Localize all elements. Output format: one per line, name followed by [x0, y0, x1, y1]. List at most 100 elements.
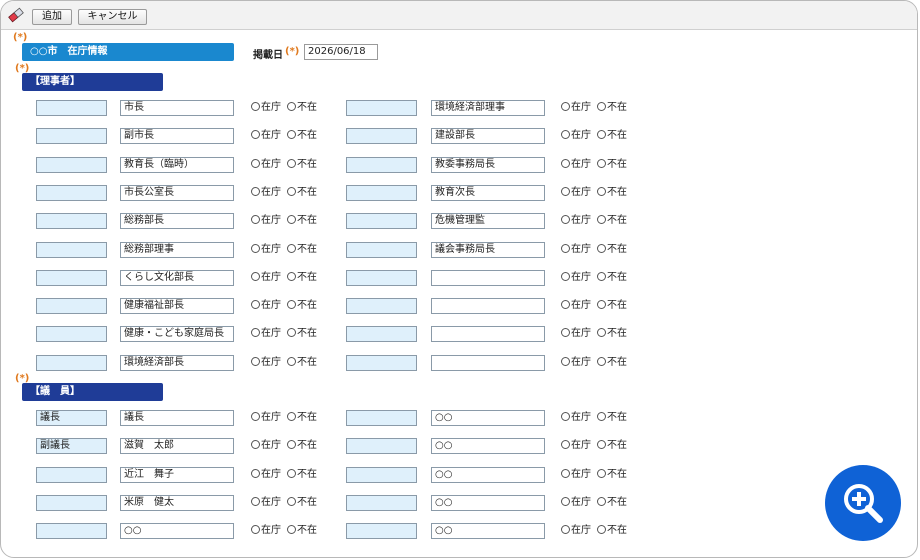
radio-circle-icon[interactable] [597, 271, 606, 281]
name-field[interactable]: くらし文化部長 [120, 269, 234, 286]
radio-circle-icon[interactable] [561, 215, 570, 225]
name-field[interactable]: 総務部理事 [120, 241, 234, 258]
radio-out[interactable]: 不在 [597, 524, 627, 538]
id-field[interactable] [346, 184, 417, 201]
radio-circle-icon[interactable] [597, 496, 606, 506]
radio-in[interactable]: 在庁 [561, 411, 591, 425]
radio-circle-icon[interactable] [251, 356, 260, 366]
radio-in[interactable]: 在庁 [561, 129, 591, 143]
radio-in[interactable]: 在庁 [561, 496, 591, 510]
radio-in[interactable]: 在庁 [251, 243, 281, 257]
radio-in[interactable]: 在庁 [561, 327, 591, 341]
radio-out[interactable]: 不在 [287, 214, 317, 228]
name-field[interactable]: 教育長（臨時） [120, 156, 234, 173]
radio-out[interactable]: 不在 [287, 271, 317, 285]
radio-circle-icon[interactable] [561, 468, 570, 478]
radio-circle-icon[interactable] [287, 158, 296, 168]
radio-out[interactable]: 不在 [287, 496, 317, 510]
radio-circle-icon[interactable] [597, 102, 606, 111]
radio-circle-icon[interactable] [287, 496, 296, 506]
radio-in[interactable]: 在庁 [561, 243, 591, 257]
radio-circle-icon[interactable] [561, 300, 570, 310]
id-field[interactable] [36, 269, 107, 286]
radio-out[interactable]: 不在 [597, 129, 627, 143]
radio-in[interactable]: 在庁 [251, 214, 281, 228]
name-field[interactable]: 教委事務局長 [431, 156, 545, 173]
name-field[interactable]: 環境経済部長 [120, 354, 234, 371]
radio-out[interactable]: 不在 [287, 299, 317, 313]
id-field[interactable] [36, 100, 107, 116]
name-field[interactable]: 環境経済部理事 [431, 100, 545, 116]
id-field[interactable] [346, 298, 417, 315]
radio-circle-icon[interactable] [561, 440, 570, 450]
name-field[interactable]: ○○ [120, 523, 234, 540]
id-field[interactable] [346, 213, 417, 230]
radio-out[interactable]: 不在 [597, 496, 627, 510]
id-field[interactable] [36, 156, 107, 173]
radio-circle-icon[interactable] [287, 328, 296, 338]
radio-circle-icon[interactable] [597, 328, 606, 338]
radio-circle-icon[interactable] [597, 468, 606, 478]
radio-in[interactable]: 在庁 [251, 327, 281, 341]
radio-in[interactable]: 在庁 [251, 101, 281, 115]
cancel-button[interactable]: キャンセル [78, 9, 147, 25]
radio-circle-icon[interactable] [561, 525, 570, 535]
name-field[interactable]: 近江 舞子 [120, 466, 234, 483]
radio-circle-icon[interactable] [251, 215, 260, 225]
radio-circle-icon[interactable] [287, 130, 296, 140]
radio-circle-icon[interactable] [561, 158, 570, 168]
radio-circle-icon[interactable] [287, 440, 296, 450]
radio-circle-icon[interactable] [597, 158, 606, 168]
id-field[interactable]: 議長 [36, 410, 107, 426]
radio-circle-icon[interactable] [287, 215, 296, 225]
id-field[interactable] [346, 466, 417, 483]
radio-circle-icon[interactable] [251, 328, 260, 338]
radio-circle-icon[interactable] [561, 243, 570, 253]
add-button[interactable]: 追加 [32, 9, 72, 25]
radio-out[interactable]: 不在 [287, 243, 317, 257]
radio-circle-icon[interactable] [251, 243, 260, 253]
radio-out[interactable]: 不在 [287, 468, 317, 482]
radio-out[interactable]: 不在 [287, 186, 317, 200]
id-field[interactable] [346, 523, 417, 540]
radio-in[interactable]: 在庁 [561, 356, 591, 370]
id-field[interactable]: 副議長 [36, 438, 107, 455]
id-field[interactable] [36, 298, 107, 315]
radio-out[interactable]: 不在 [287, 101, 317, 115]
radio-circle-icon[interactable] [561, 271, 570, 281]
id-field[interactable] [346, 269, 417, 286]
radio-circle-icon[interactable] [287, 468, 296, 478]
radio-in[interactable]: 在庁 [251, 439, 281, 453]
radio-circle-icon[interactable] [287, 300, 296, 310]
name-field[interactable]: ○○ [431, 494, 545, 511]
id-field[interactable] [346, 128, 417, 145]
id-field[interactable] [36, 326, 107, 343]
radio-circle-icon[interactable] [597, 130, 606, 140]
name-field[interactable]: ○○ [431, 438, 545, 455]
radio-in[interactable]: 在庁 [561, 299, 591, 313]
radio-out[interactable]: 不在 [597, 214, 627, 228]
radio-out[interactable]: 不在 [597, 158, 627, 172]
radio-circle-icon[interactable] [251, 186, 260, 196]
radio-circle-icon[interactable] [287, 186, 296, 196]
id-field[interactable] [36, 523, 107, 540]
name-field[interactable]: ○○ [431, 466, 545, 483]
name-field[interactable]: 議長 [120, 410, 234, 426]
radio-circle-icon[interactable] [287, 102, 296, 111]
radio-circle-icon[interactable] [251, 440, 260, 450]
radio-in[interactable]: 在庁 [251, 468, 281, 482]
name-field[interactable] [431, 269, 545, 286]
radio-circle-icon[interactable] [251, 525, 260, 535]
radio-in[interactable]: 在庁 [561, 158, 591, 172]
radio-in[interactable]: 在庁 [251, 186, 281, 200]
radio-circle-icon[interactable] [561, 412, 570, 421]
radio-circle-icon[interactable] [251, 130, 260, 140]
id-field[interactable] [346, 326, 417, 343]
radio-circle-icon[interactable] [251, 300, 260, 310]
name-field[interactable]: 建設部長 [431, 128, 545, 145]
radio-in[interactable]: 在庁 [251, 158, 281, 172]
radio-in[interactable]: 在庁 [561, 468, 591, 482]
radio-in[interactable]: 在庁 [251, 356, 281, 370]
radio-in[interactable]: 在庁 [251, 271, 281, 285]
radio-circle-icon[interactable] [561, 356, 570, 366]
